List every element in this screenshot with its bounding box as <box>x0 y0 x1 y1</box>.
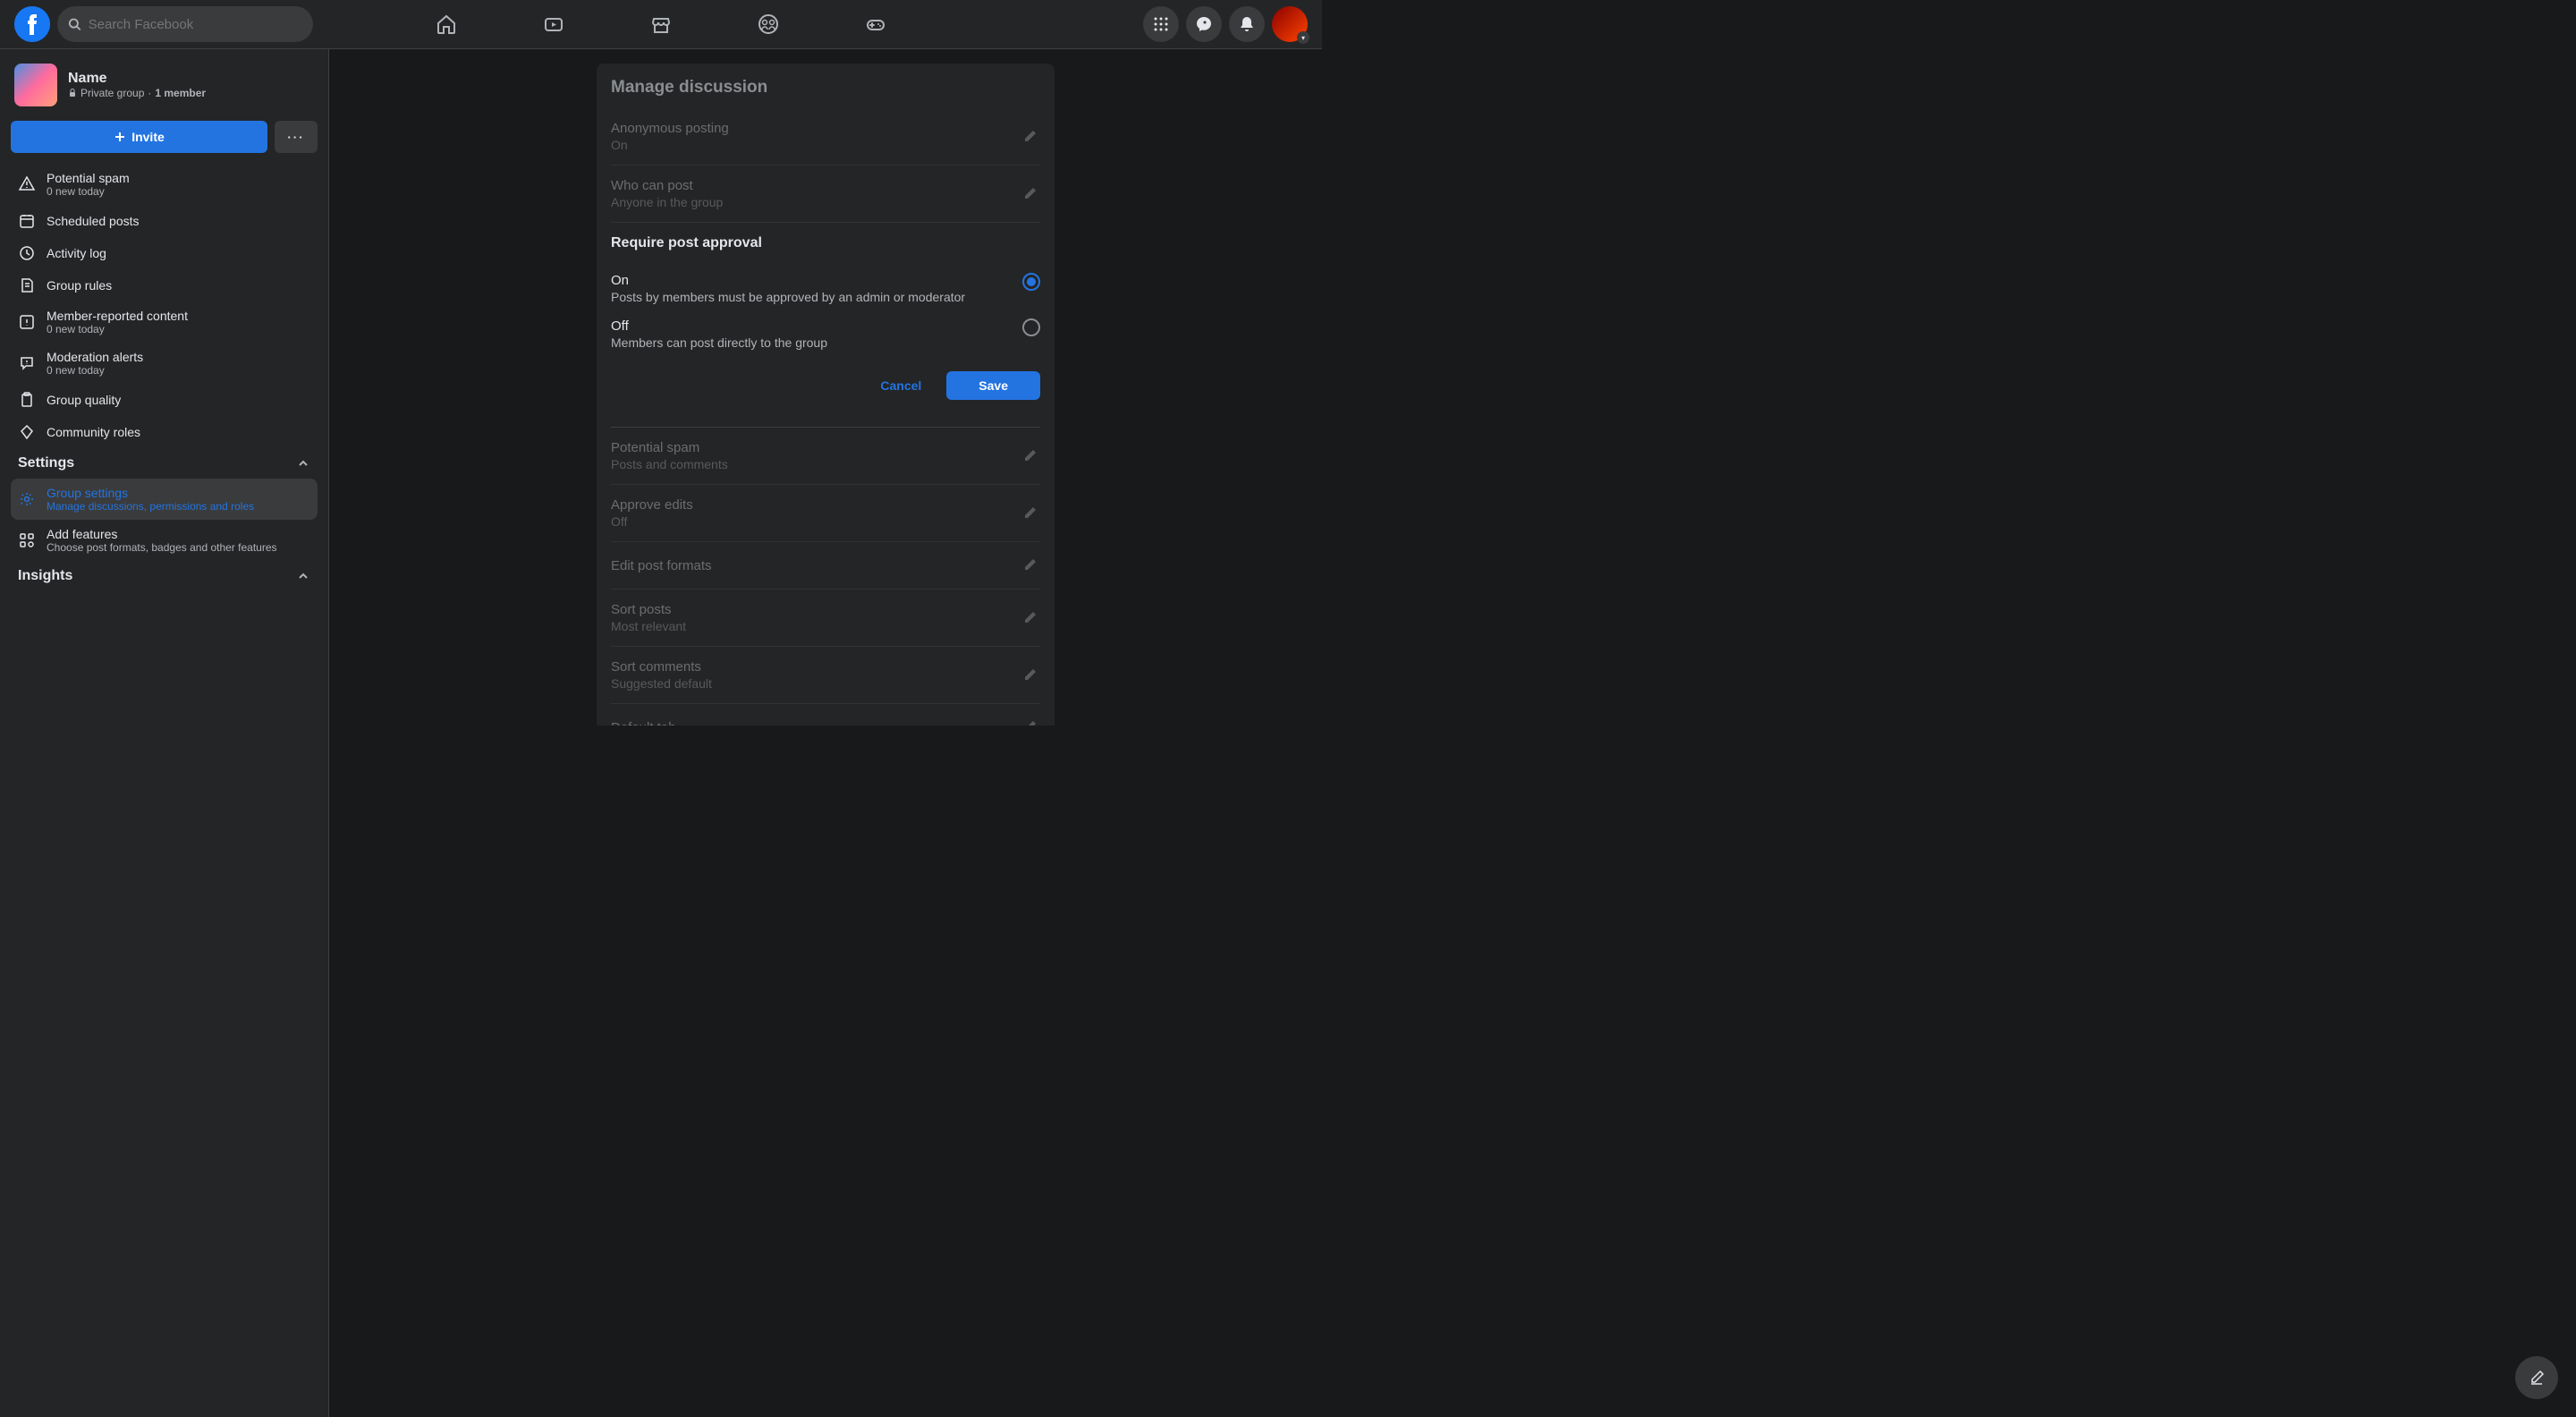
chevron-up-icon <box>296 569 310 583</box>
setting-potential-spam: Potential spamPosts and comments <box>611 428 1040 485</box>
setting-approve-edits: Approve editsOff <box>611 485 1040 542</box>
nav-video[interactable] <box>504 3 604 46</box>
group-image <box>14 64 57 106</box>
radio-button[interactable] <box>1022 318 1040 336</box>
search-icon <box>68 17 81 31</box>
group-members: 1 member <box>155 87 206 99</box>
nav-member-reported[interactable]: Member-reported content0 new today <box>11 301 318 343</box>
invite-button[interactable]: Invite <box>11 121 267 153</box>
report-icon <box>18 313 36 331</box>
edit-icon[interactable] <box>1019 665 1040 686</box>
cancel-button[interactable]: Cancel <box>862 371 939 400</box>
clipboard-icon <box>18 391 36 409</box>
edit-icon[interactable] <box>1019 183 1040 205</box>
setting-require-approval: Require post approval OnPosts by members… <box>611 223 1040 428</box>
profile-avatar[interactable] <box>1272 6 1308 42</box>
nav-gaming[interactable] <box>826 3 926 46</box>
group-header[interactable]: Name Private group · 1 member <box>11 60 318 110</box>
edit-icon[interactable] <box>1019 555 1040 576</box>
calendar-icon <box>18 212 36 230</box>
messenger-icon[interactable] <box>1186 6 1222 42</box>
settings-section[interactable]: Settings <box>11 448 318 479</box>
plus-icon <box>114 131 126 143</box>
main-content: Manage discussion Anonymous postingOn Wh… <box>329 49 1322 725</box>
gear-icon <box>18 490 36 508</box>
manage-discussion-panel: Manage discussion Anonymous postingOn Wh… <box>597 64 1055 725</box>
lock-icon <box>68 89 77 98</box>
radio-option-off[interactable]: OffMembers can post directly to the grou… <box>611 311 1040 357</box>
more-button[interactable]: ··· <box>275 121 318 153</box>
nav-home[interactable] <box>396 3 496 46</box>
save-button[interactable]: Save <box>946 371 1040 400</box>
nav-scheduled-posts[interactable]: Scheduled posts <box>11 205 318 237</box>
rules-icon <box>18 276 36 294</box>
warning-icon <box>18 175 36 193</box>
radio-button[interactable] <box>1022 273 1040 291</box>
nav-community-roles[interactable]: Community roles <box>11 416 318 448</box>
setting-who-can-post: Who can postAnyone in the group <box>611 165 1040 223</box>
search-box[interactable] <box>57 6 313 42</box>
expanded-title: Require post approval <box>611 235 1040 251</box>
nav-add-features[interactable]: Add featuresChoose post formats, badges … <box>11 520 318 561</box>
setting-sort-posts: Sort postsMost relevant <box>611 590 1040 647</box>
nav-activity-log[interactable]: Activity log <box>11 237 318 269</box>
features-icon <box>18 531 36 549</box>
clock-icon <box>18 244 36 262</box>
diamond-icon <box>18 423 36 441</box>
setting-anonymous-posting: Anonymous postingOn <box>611 108 1040 165</box>
nav-tabs <box>396 3 926 46</box>
edit-icon[interactable] <box>1019 607 1040 629</box>
search-input[interactable] <box>89 17 302 32</box>
insights-section[interactable]: Insights <box>11 561 318 591</box>
chat-alert-icon <box>18 354 36 372</box>
nav-groups[interactable] <box>718 3 818 46</box>
nav-group-rules[interactable]: Group rules <box>11 269 318 301</box>
nav-marketplace[interactable] <box>611 3 711 46</box>
top-header <box>0 0 1322 49</box>
edit-icon[interactable] <box>1019 503 1040 524</box>
edit-icon[interactable] <box>1019 126 1040 148</box>
notifications-icon[interactable] <box>1229 6 1265 42</box>
setting-default-tab: Default tab <box>611 704 1040 725</box>
group-privacy: Private group <box>80 87 144 99</box>
facebook-logo[interactable] <box>14 6 50 42</box>
edit-icon[interactable] <box>1019 717 1040 725</box>
nav-potential-spam[interactable]: Potential spam0 new today <box>11 164 318 205</box>
nav-moderation-alerts[interactable]: Moderation alerts0 new today <box>11 343 318 384</box>
radio-option-on[interactable]: OnPosts by members must be approved by a… <box>611 266 1040 311</box>
setting-sort-comments: Sort commentsSuggested default <box>611 647 1040 704</box>
setting-edit-post-formats: Edit post formats <box>611 542 1040 590</box>
edit-icon[interactable] <box>1019 445 1040 467</box>
menu-icon[interactable] <box>1143 6 1179 42</box>
compose-fab[interactable] <box>2515 1356 2558 1399</box>
group-name: Name <box>68 71 314 87</box>
panel-title: Manage discussion <box>611 78 1040 98</box>
sidebar: Name Private group · 1 member Invite ···… <box>0 49 329 1417</box>
chevron-up-icon <box>296 456 310 471</box>
nav-group-quality[interactable]: Group quality <box>11 384 318 416</box>
header-right <box>1143 6 1308 42</box>
nav-group-settings[interactable]: Group settingsManage discussions, permis… <box>11 479 318 520</box>
